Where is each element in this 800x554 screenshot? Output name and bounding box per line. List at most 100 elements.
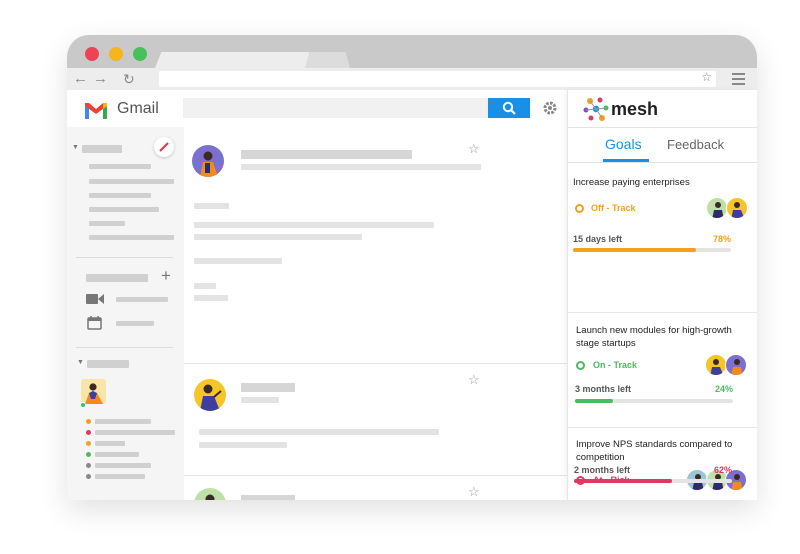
star-icon[interactable]: ☆: [468, 484, 480, 500]
label-item[interactable]: [95, 463, 151, 468]
sender-name-placeholder: [241, 150, 412, 159]
close-window-button[interactable]: [85, 47, 99, 61]
sidebar-item[interactable]: [89, 221, 125, 226]
chat-section-header: [87, 360, 129, 368]
goal-title: Improve NPS standards compared to compet…: [576, 439, 733, 463]
goal-title: Increase paying enterprises: [573, 177, 690, 188]
progress-track: [575, 399, 733, 403]
time-left-label: 2 months left: [574, 465, 631, 475]
sender-avatar[interactable]: [194, 488, 226, 500]
owner-avatar[interactable]: [726, 197, 748, 219]
sidebar-item[interactable]: [116, 297, 168, 302]
mesh-panel: mesh Goals Feedback Increase paying ente…: [567, 90, 757, 500]
label-item[interactable]: [95, 474, 145, 479]
sidebar-item[interactable]: [116, 321, 154, 326]
progress-percent: 78%: [712, 234, 731, 244]
time-left-label: 15 days left: [573, 234, 623, 244]
sender-avatar[interactable]: [192, 145, 224, 177]
minimize-window-button[interactable]: [109, 47, 123, 61]
star-icon[interactable]: ☆: [468, 141, 480, 157]
body-line: [194, 295, 228, 301]
calendar-icon[interactable]: [87, 316, 102, 330]
bookmark-star-icon[interactable]: ☆: [701, 70, 712, 84]
subject-placeholder: [241, 164, 481, 170]
status-label: Off - Track: [591, 203, 636, 213]
label-dot: [86, 474, 91, 479]
compose-button[interactable]: [154, 137, 174, 157]
body-line: [194, 222, 434, 228]
label-dot: [86, 452, 91, 457]
owner-avatar[interactable]: [705, 354, 727, 376]
sidebar-section-header: [82, 145, 122, 153]
label-item[interactable]: [95, 430, 175, 435]
user-avatar[interactable]: [81, 379, 106, 404]
address-bar[interactable]: ☆: [159, 70, 716, 87]
tab-goals[interactable]: Goals: [605, 136, 642, 152]
reload-icon[interactable]: ↻: [123, 69, 135, 89]
browser-toolbar: ← → ↻ ☆: [67, 68, 757, 90]
collapse-caret-icon[interactable]: ▼: [72, 144, 79, 151]
sidebar-item[interactable]: [89, 207, 159, 212]
label-dot: [86, 419, 91, 424]
progress-track: [574, 479, 732, 483]
body-line: [194, 258, 282, 264]
video-camera-icon[interactable]: [86, 293, 104, 305]
divider: [76, 257, 173, 258]
sender-name-placeholder: [241, 495, 295, 500]
sidebar-item[interactable]: [89, 164, 151, 169]
sidebar-item[interactable]: [89, 193, 151, 198]
divider: [76, 347, 173, 348]
gmail-logo-icon: [85, 103, 107, 119]
progress-fill: [575, 399, 613, 403]
sender-avatar[interactable]: [194, 379, 226, 411]
tab-feedback[interactable]: Feedback: [667, 137, 724, 152]
collapse-caret-icon[interactable]: ▼: [77, 359, 84, 366]
body-line: [199, 442, 287, 448]
status-dot: [575, 204, 584, 213]
goal-card[interactable]: Launch new modules for high-growth stage…: [568, 313, 757, 427]
back-arrow-icon[interactable]: ←: [73, 69, 88, 89]
label-item[interactable]: [95, 441, 125, 446]
label-item[interactable]: [95, 419, 151, 424]
title-bar: [67, 35, 757, 68]
body-line: [199, 429, 439, 435]
progress-fill: [574, 479, 672, 483]
search-input[interactable]: [183, 98, 530, 118]
sidebar-item[interactable]: [89, 179, 174, 184]
label-dot: [86, 430, 91, 435]
sender-name-placeholder: [241, 383, 295, 392]
label-item[interactable]: [95, 452, 139, 457]
maximize-window-button[interactable]: [133, 47, 147, 61]
goal-title: Launch new modules for high-growth stage…: [576, 325, 732, 349]
message-divider: [184, 475, 567, 476]
body-line: [194, 283, 216, 289]
plus-icon[interactable]: +: [161, 266, 171, 286]
owner-avatar[interactable]: [706, 197, 728, 219]
goal-card[interactable]: Increase paying enterprises Off - Track …: [568, 163, 757, 312]
progress-percent: 62%: [713, 465, 732, 475]
gear-icon[interactable]: [542, 100, 558, 116]
progress-percent: 24%: [714, 384, 733, 394]
gmail-sidebar: ▼ + ▼: [67, 127, 184, 500]
online-status-dot: [80, 402, 86, 408]
gmail-header: Gmail: [67, 90, 567, 127]
owner-avatar[interactable]: [725, 354, 747, 376]
browser-window: ← → ↻ ☆ Gmail ▼ + ▼ ☆ ☆ ☆ mesh Goals Fee…: [67, 35, 757, 500]
meet-section-header: [86, 274, 148, 282]
forward-arrow-icon[interactable]: →: [93, 69, 108, 89]
star-icon[interactable]: ☆: [468, 372, 480, 388]
new-tab-button[interactable]: [305, 52, 350, 68]
browser-menu-icon[interactable]: [732, 73, 745, 85]
search-button[interactable]: [488, 98, 530, 118]
mail-thread: ☆ ☆ ☆: [184, 127, 567, 500]
body-line: [194, 203, 229, 209]
browser-tab-active[interactable]: [155, 52, 315, 68]
label-dot: [86, 463, 91, 468]
mesh-logo-icon: [583, 97, 609, 121]
sidebar-item[interactable]: [89, 235, 174, 240]
search-icon: [502, 101, 516, 115]
pencil-icon: [159, 142, 169, 152]
progress-fill: [573, 248, 697, 252]
progress-track: [573, 248, 731, 252]
label-dot: [86, 441, 91, 446]
